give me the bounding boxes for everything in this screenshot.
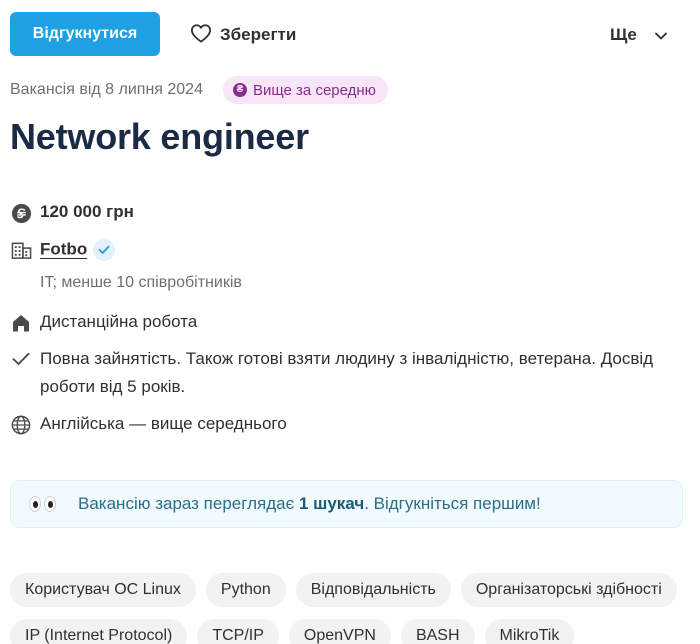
skill-tag[interactable]: TCP/IP xyxy=(197,619,279,644)
skill-tag[interactable]: IP (Internet Protocol) xyxy=(10,619,188,644)
work-mode-text: Дистанційна робота xyxy=(40,312,198,331)
apply-button[interactable]: Відгукнутися xyxy=(10,12,160,56)
company-info: IT; менше 10 співробітників xyxy=(40,274,242,291)
skill-tag[interactable]: BASH xyxy=(400,619,475,644)
building-icon xyxy=(10,239,32,261)
heart-icon xyxy=(190,23,212,48)
skill-tag[interactable]: Відповідальність xyxy=(295,573,451,607)
more-button[interactable]: Ще xyxy=(610,20,667,50)
skill-tag[interactable]: Python xyxy=(205,573,286,607)
globe-icon xyxy=(10,414,32,436)
skill-tag[interactable]: MikroTik xyxy=(484,619,575,644)
skill-tags: Користувач ОС Linux Python Відповідальні… xyxy=(10,573,690,644)
skill-tag[interactable]: Користувач ОС Linux xyxy=(10,573,196,607)
salary-badge: ₴ Вище за середню xyxy=(222,76,388,104)
language-text: Англійська — вище середнього xyxy=(40,414,287,433)
salary-value: 120 000 грн xyxy=(40,202,134,221)
skill-tag[interactable]: OpenVPN xyxy=(288,619,391,644)
chevron-down-icon xyxy=(654,25,667,45)
company-link[interactable]: Fotbo xyxy=(40,239,87,258)
home-icon xyxy=(10,312,32,334)
page-title: Network engineer xyxy=(10,116,309,157)
employment-row: Повна зайнятість. Також готові взяти люд… xyxy=(10,345,690,401)
eyes-icon xyxy=(29,496,56,512)
salary-row: 120 000 грн xyxy=(10,202,134,224)
verified-check-icon xyxy=(93,239,116,261)
vacancy-date: Вакансія від 8 липня 2024 xyxy=(10,81,203,98)
badge-label: Вище за середню xyxy=(252,81,376,99)
money-icon xyxy=(10,202,32,224)
company-row: Fotbo xyxy=(10,239,116,261)
language-row: Англійська — вище середнього xyxy=(10,414,287,436)
money-icon: ₴ xyxy=(232,83,247,97)
work-mode-row: Дистанційна робота xyxy=(10,312,197,334)
save-label: Зберегти xyxy=(220,25,297,44)
notice-text: Вакансію зараз переглядає 1 шукач. Відгу… xyxy=(78,494,541,513)
vacancy-meta: Вакансія від 8 липня 2024 ₴ Вище за сере… xyxy=(10,76,388,104)
save-button[interactable]: Зберегти xyxy=(190,20,296,50)
viewers-notice: Вакансію зараз переглядає 1 шукач. Відгу… xyxy=(10,480,683,528)
more-label: Ще xyxy=(610,25,637,44)
employment-text: Повна зайнятість. Також готові взяти люд… xyxy=(40,349,654,396)
skill-tag[interactable]: Організаторські здібності xyxy=(460,573,677,607)
check-icon xyxy=(10,348,32,370)
